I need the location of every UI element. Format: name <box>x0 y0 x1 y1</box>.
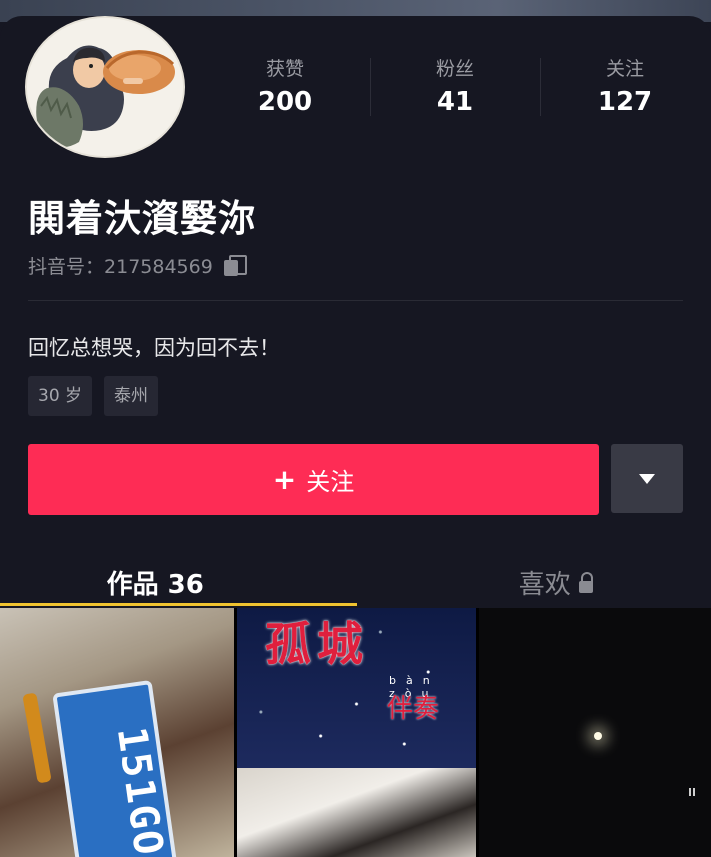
nickname: 閧着汏澬嫛沵 <box>28 197 256 240</box>
video-thumbnail-night[interactable] <box>479 608 711 857</box>
song-title: 孤城 <box>265 617 369 671</box>
stat-following-value: 127 <box>597 87 653 117</box>
more-options-button[interactable] <box>611 444 683 513</box>
video-grid: 151GO 孤城 bàn zòu 伴奏 <box>0 608 711 857</box>
lock-icon <box>578 572 593 594</box>
follow-button[interactable]: + 关注 <box>28 444 599 515</box>
bio: 回忆总想哭，因为回不去！ <box>28 336 280 360</box>
profile-tags: 30 岁 泰州 <box>28 376 159 416</box>
follow-button-label: 关注 <box>306 468 355 496</box>
avatar-illustration <box>27 18 183 156</box>
triangle-down-icon <box>639 473 655 484</box>
stat-likes-value: 200 <box>257 87 313 117</box>
divider <box>28 300 683 301</box>
screwdriver-image <box>22 692 52 784</box>
avatar[interactable] <box>25 16 185 158</box>
song-subtitle: 伴奏 <box>387 694 440 724</box>
stat-followers-value: 41 <box>436 87 474 117</box>
plus-icon: + <box>272 462 297 496</box>
account-id-row: 抖音号：217584569 <box>28 252 247 279</box>
video-thumbnail-song[interactable]: 孤城 bàn zòu 伴奏 <box>237 608 476 857</box>
stat-following-label: 关注 <box>605 58 644 80</box>
profile-card: 获赞 200 粉丝 41 关注 127 閧着汏澬嫛沵 抖音号：217584569… <box>0 16 711 606</box>
age-tag: 30 岁 <box>28 376 93 416</box>
stat-followers[interactable]: 粉丝 41 <box>370 56 540 120</box>
girl-photo <box>237 768 476 857</box>
copy-icon[interactable] <box>223 254 247 277</box>
stat-likes-label: 获赞 <box>265 58 304 80</box>
license-plate-text: 151GO <box>107 724 172 857</box>
account-id-label: 抖音号： <box>28 256 105 278</box>
stat-followers-label: 粉丝 <box>435 58 474 80</box>
stats-bar: 获赞 200 粉丝 41 关注 127 <box>200 56 710 120</box>
stat-likes[interactable]: 获赞 200 <box>200 56 370 120</box>
stat-following[interactable]: 关注 127 <box>540 56 710 120</box>
license-plate-image: 151GO <box>52 679 178 857</box>
moon-image <box>594 732 602 740</box>
video-thumbnail-license-plate[interactable]: 151GO <box>0 608 234 857</box>
tab-likes-label: 喜欢 <box>518 570 571 600</box>
location-tag: 泰州 <box>104 376 159 416</box>
account-id-text: 抖音号：217584569 <box>28 252 213 279</box>
pause-icon <box>689 788 697 796</box>
tab-indicator <box>0 603 357 606</box>
tab-works-label: 作品 36 <box>106 570 204 600</box>
account-id-value: 217584569 <box>104 256 213 278</box>
